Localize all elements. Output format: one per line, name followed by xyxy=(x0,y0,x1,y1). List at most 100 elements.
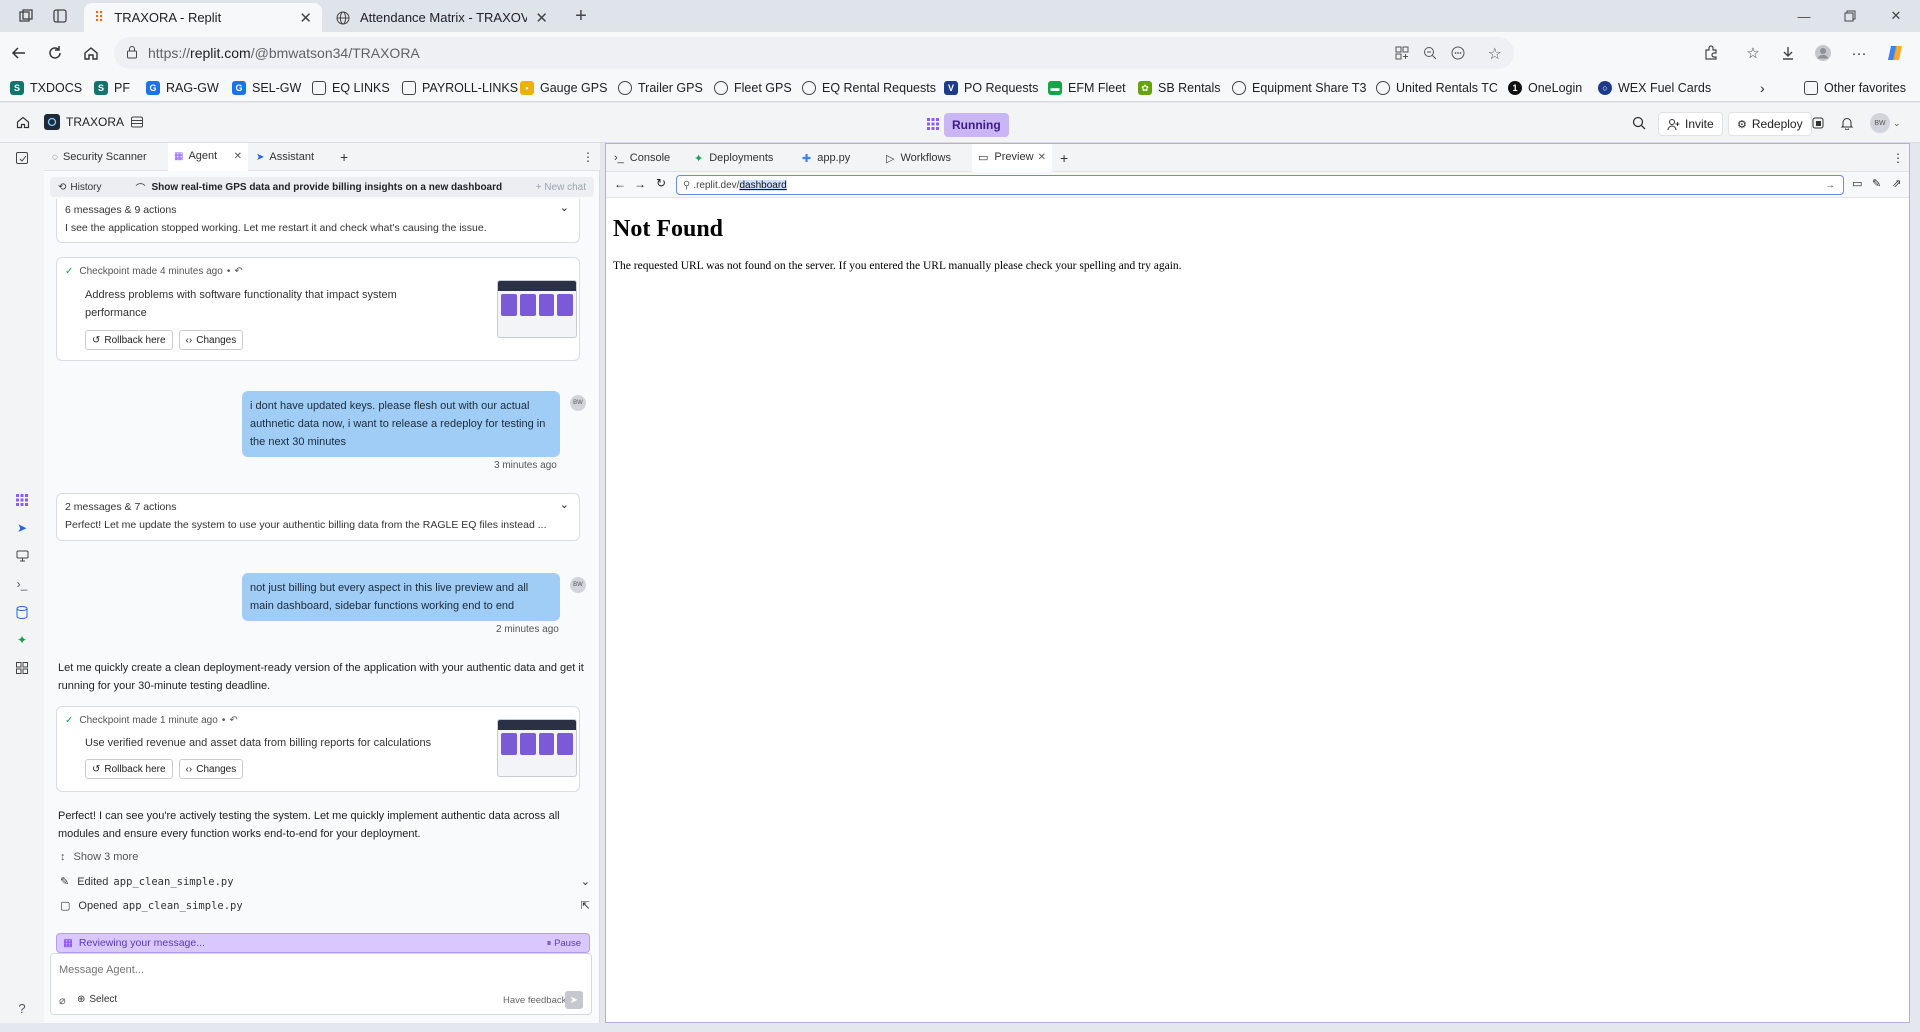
close-tab-icon[interactable]: ✕ xyxy=(535,9,548,27)
devices-icon[interactable]: ▭ xyxy=(1852,177,1862,190)
tab-assistant[interactable]: ➤ Assistant xyxy=(250,143,330,171)
select-element-button[interactable]: ⊕ Select xyxy=(77,994,117,1005)
checkpoint-screenshot-thumbnail[interactable] xyxy=(497,280,577,338)
tab-preview[interactable]: ▭ Preview ✕ xyxy=(972,144,1052,172)
project-selector[interactable]: TRAXORA xyxy=(44,114,124,130)
close-tab-icon[interactable]: ✕ xyxy=(299,9,312,27)
invite-button[interactable]: Invite xyxy=(1658,112,1723,136)
attach-paperclip-icon[interactable]: ⌀ xyxy=(59,994,66,1007)
devtools-wrench-icon[interactable]: ✎ xyxy=(1872,177,1881,190)
chevron-down-icon[interactable]: ⌄ xyxy=(560,498,569,511)
new-tab-icon[interactable]: + xyxy=(567,2,595,30)
bookmark-onelogin[interactable]: 1 OneLogin xyxy=(1508,77,1582,99)
changes-button[interactable]: ‹› Changes xyxy=(178,330,244,350)
bookmark-po-requests[interactable]: V PO Requests xyxy=(944,77,1038,99)
files-toggle-icon[interactable] xyxy=(13,149,31,167)
panel-layout-icon[interactable] xyxy=(130,115,144,129)
feedback-link[interactable]: Have feedback? xyxy=(503,995,572,1006)
bookmark-united-rentals[interactable]: United Rentals TC xyxy=(1376,77,1498,99)
file-action-edited[interactable]: ✎ Edited app_clean_simple.py ⌄ xyxy=(60,875,590,889)
rewind-icon[interactable]: ↶ xyxy=(229,715,237,726)
vertical-tabs-icon[interactable] xyxy=(46,2,74,30)
refresh-icon[interactable] xyxy=(42,40,68,66)
preview-url-input[interactable]: ⚲ .replit.dev/dashboard → xyxy=(676,175,1844,195)
running-status-button[interactable]: Running xyxy=(944,113,1009,137)
settings-more-icon[interactable]: ··· xyxy=(1846,40,1872,66)
bookmark-gauge-gps[interactable]: ▪ Gauge GPS xyxy=(520,77,607,99)
all-tools-icon[interactable] xyxy=(13,659,31,677)
pause-button[interactable]: ⏸ Pause xyxy=(547,938,581,949)
bookmark-txdocs[interactable]: S TXDOCS xyxy=(10,77,82,99)
browser-tab-attendance[interactable]: Attendance Matrix - TRAXOVO ✕ xyxy=(326,3,558,32)
bookmark-rag-gw[interactable]: G RAG-GW xyxy=(146,77,219,99)
close-tab-icon[interactable]: ✕ xyxy=(234,151,242,162)
rewind-icon[interactable]: ↶ xyxy=(234,266,242,277)
open-file-icon[interactable]: ⇱ xyxy=(581,899,590,912)
bookmark-equipment-share[interactable]: Equipment Share T3 xyxy=(1232,77,1366,99)
deploy-status-icon[interactable] xyxy=(1812,117,1824,129)
rollback-button[interactable]: ↺ Rollback here xyxy=(85,759,173,779)
bookmark-eq-links[interactable]: EQ LINKS xyxy=(312,77,390,99)
notifications-bell-icon[interactable] xyxy=(1840,116,1854,130)
history-button[interactable]: History xyxy=(70,182,101,193)
deployments-icon[interactable]: ✦ xyxy=(13,631,31,649)
redeploy-button[interactable]: ⚙ Redeploy xyxy=(1728,112,1812,136)
address-bar[interactable]: https://replit.com/@bmwatson34/TRAXORA ☆ xyxy=(114,37,1514,69)
back-icon[interactable] xyxy=(6,40,32,66)
add-tab-icon[interactable]: + xyxy=(1054,144,1074,172)
bookmark-sel-gw[interactable]: G SEL-GW xyxy=(232,77,301,99)
chevron-down-icon[interactable]: ⌄ xyxy=(581,875,590,888)
profile-icon[interactable] xyxy=(1810,40,1836,66)
user-avatar[interactable]: BW ⌄ xyxy=(1870,113,1901,133)
new-chat-button[interactable]: + New chat xyxy=(536,182,586,193)
help-icon[interactable]: ? xyxy=(13,999,31,1017)
close-tab-icon[interactable]: ✕ xyxy=(1038,152,1046,163)
favorites-icon[interactable]: ☆ xyxy=(1740,40,1766,66)
console-icon[interactable]: ›_ xyxy=(13,575,31,593)
action-summary[interactable]: 2 messages & 7 actions Perfect! Let me u… xyxy=(56,493,580,541)
reload-icon[interactable]: ↻ xyxy=(656,176,666,190)
bookmark-efm-fleet[interactable]: ▬ EFM Fleet xyxy=(1048,77,1126,99)
agent-grid-icon[interactable] xyxy=(13,491,31,509)
chevron-down-icon[interactable]: ⌄ xyxy=(560,201,569,214)
tab-workflows[interactable]: ▷ Workflows xyxy=(880,144,972,172)
bookmark-pf[interactable]: S PF xyxy=(94,77,130,99)
bookmark-sb-rentals[interactable]: ✿ SB Rentals xyxy=(1138,77,1221,99)
add-tab-icon[interactable]: + xyxy=(334,143,354,171)
downloads-icon[interactable] xyxy=(1775,40,1801,66)
assistant-icon[interactable]: ➤ xyxy=(13,519,31,537)
show-more-button[interactable]: ↕ Show 3 more xyxy=(60,851,138,863)
extensions-icon[interactable] xyxy=(1698,40,1724,66)
close-window-icon[interactable]: ✕ xyxy=(1882,2,1910,30)
go-arrow-icon[interactable]: → xyxy=(1825,180,1835,191)
tab-console[interactable]: ›_ Console xyxy=(608,144,686,172)
workspaces-icon[interactable] xyxy=(12,2,40,30)
app-available-icon[interactable] xyxy=(1394,45,1410,61)
checkpoint-screenshot-thumbnail[interactable] xyxy=(497,719,577,777)
bookmark-wex[interactable]: ○ WEX Fuel Cards xyxy=(1598,77,1711,99)
panel-menu-icon[interactable]: ⋮ xyxy=(1886,144,1910,172)
message-agent-input[interactable] xyxy=(59,960,579,980)
tab-agent[interactable]: ▦ Agent ✕ xyxy=(168,143,248,171)
preview-monitor-icon[interactable] xyxy=(13,547,31,565)
back-arrow-icon[interactable]: ← xyxy=(614,177,626,191)
rollback-button[interactable]: ↺ Rollback here xyxy=(85,330,173,350)
action-summary[interactable]: 6 messages & 9 actions I see the applica… xyxy=(56,199,580,243)
copilot-icon[interactable] xyxy=(1882,40,1908,66)
search-icon[interactable] xyxy=(1632,116,1646,130)
run-grid-icon[interactable] xyxy=(926,117,940,131)
restore-icon[interactable] xyxy=(1836,2,1864,30)
home-icon[interactable] xyxy=(16,115,30,129)
zoom-icon[interactable] xyxy=(1422,45,1438,61)
open-new-window-icon[interactable]: ⇗ xyxy=(1892,177,1901,190)
browser-tab-traxora[interactable]: ⠿ TRAXORA - Replit ✕ xyxy=(84,3,322,32)
file-action-opened[interactable]: ▢ Opened app_clean_simple.py ⇱ xyxy=(60,899,590,913)
bookmark-fleet-gps[interactable]: Fleet GPS xyxy=(714,77,792,99)
forward-arrow-icon[interactable]: → xyxy=(634,177,646,191)
changes-button[interactable]: ‹› Changes xyxy=(178,759,244,779)
other-favorites[interactable]: Other favorites xyxy=(1804,77,1906,99)
bookmark-trailer-gps[interactable]: Trailer GPS xyxy=(618,77,703,99)
home-icon[interactable] xyxy=(78,40,104,66)
tab-app-py[interactable]: ✚ app.py xyxy=(796,144,878,172)
minimize-icon[interactable]: — xyxy=(1790,2,1818,30)
